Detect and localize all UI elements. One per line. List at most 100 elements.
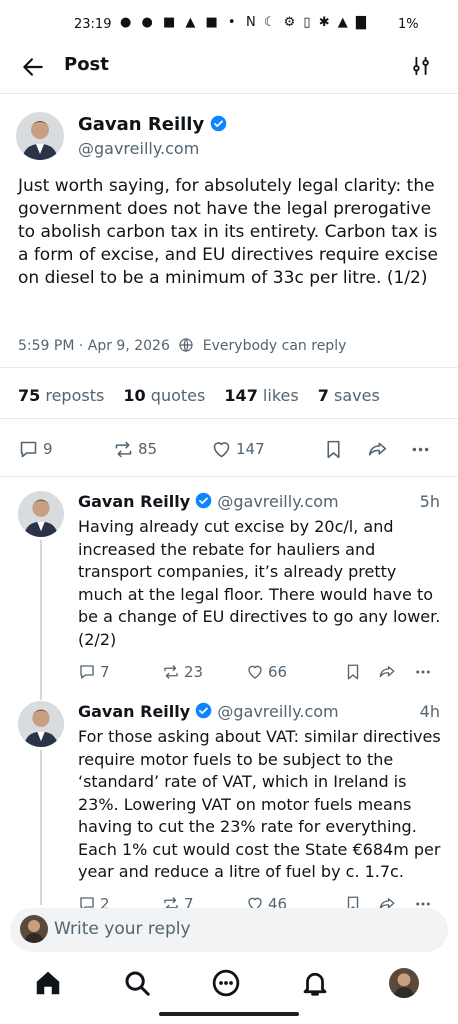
search-icon[interactable] bbox=[122, 968, 152, 998]
like-button[interactable]: 46 bbox=[246, 892, 287, 908]
heart-icon bbox=[248, 897, 262, 908]
save-button[interactable] bbox=[344, 660, 362, 684]
more-options-button[interactable] bbox=[410, 437, 431, 461]
heart-icon bbox=[213, 441, 230, 457]
reply-button[interactable]: 9 bbox=[18, 437, 53, 461]
verified-badge-icon bbox=[211, 115, 227, 132]
system-icons: N ☾ ⚙ ▯ ✱ ▲ ▇ bbox=[246, 15, 368, 30]
bookmark-icon bbox=[347, 896, 359, 908]
chat-icon[interactable] bbox=[211, 968, 241, 998]
post-timestamp: 5:59 PM · Apr 9, 2026 bbox=[18, 338, 170, 354]
reply-count: 7 bbox=[100, 663, 110, 681]
heart-icon bbox=[248, 665, 262, 679]
quotes-stat[interactable]: 10 quotes bbox=[123, 386, 205, 405]
stats-divider bbox=[0, 418, 458, 419]
reply-header: Gavan Reilly @gavreilly.com bbox=[78, 492, 339, 511]
reply-author-handle[interactable]: @gavreilly.com bbox=[217, 492, 338, 511]
main-action-bar: 9 85 147 bbox=[0, 437, 458, 461]
reply-composer[interactable]: Write your reply bbox=[10, 908, 448, 952]
reply-icon bbox=[80, 665, 94, 679]
reply-time: 5h bbox=[419, 492, 440, 511]
reply-button[interactable]: 7 bbox=[78, 660, 110, 684]
reply-text: For those asking about VAT: similar dire… bbox=[78, 727, 441, 881]
ellipsis-icon bbox=[412, 447, 429, 451]
reply-post[interactable]: Gavan Reilly @gavreilly.com 5h Having al… bbox=[0, 492, 458, 692]
filter-settings-icon[interactable] bbox=[410, 55, 432, 77]
repost-icon bbox=[115, 441, 132, 457]
share-icon bbox=[379, 666, 395, 678]
reply-time: 4h bbox=[419, 702, 440, 721]
bottom-tab-bar bbox=[0, 958, 458, 1008]
verified-badge-icon bbox=[195, 702, 212, 719]
save-button[interactable] bbox=[344, 892, 362, 908]
status-bar: 23:19 ● ● ■ ▲ ■ • N ☾ ⚙ ▯ ✱ ▲ ▇ 1% bbox=[0, 0, 458, 50]
like-button[interactable]: 147 bbox=[211, 437, 265, 461]
repost-count: 23 bbox=[184, 663, 204, 681]
reply-author-name[interactable]: Gavan Reilly bbox=[78, 702, 190, 721]
save-button[interactable] bbox=[323, 437, 344, 461]
verified-badge-icon bbox=[195, 492, 212, 509]
reply-action-bar: 2 7 46 bbox=[0, 892, 458, 908]
repost-icon bbox=[164, 897, 178, 908]
status-time: 23:19 bbox=[74, 17, 112, 32]
reply-header: Gavan Reilly @gavreilly.com bbox=[78, 702, 339, 721]
battery-level: 1% bbox=[398, 17, 419, 32]
meta-divider bbox=[0, 367, 458, 368]
page-title: Post bbox=[64, 54, 109, 75]
reply-count: 2 bbox=[100, 895, 110, 908]
home-indicator bbox=[159, 1012, 299, 1016]
home-icon[interactable] bbox=[33, 968, 63, 998]
saves-stat[interactable]: 7 saves bbox=[318, 386, 380, 405]
share-button[interactable] bbox=[378, 892, 396, 908]
back-arrow-icon[interactable] bbox=[20, 54, 46, 80]
share-button[interactable] bbox=[378, 660, 396, 684]
bookmark-icon bbox=[347, 664, 359, 680]
reply-setting[interactable]: Everybody can reply bbox=[203, 338, 347, 354]
reply-input-placeholder[interactable]: Write your reply bbox=[54, 919, 191, 939]
reply-action-bar: 7 23 66 bbox=[0, 660, 458, 684]
reply-author-handle[interactable]: @gavreilly.com bbox=[217, 702, 338, 721]
reply-text: Having already cut excise by 20c/l, and … bbox=[78, 517, 441, 649]
reply-button[interactable]: 2 bbox=[78, 892, 110, 908]
author-name[interactable]: Gavan Reilly bbox=[78, 114, 204, 135]
current-user-avatar bbox=[20, 915, 48, 943]
author-avatar[interactable] bbox=[16, 112, 64, 160]
notification-icons: ● ● ■ ▲ ■ • bbox=[120, 15, 239, 30]
author-name-row: Gavan Reilly bbox=[78, 114, 227, 135]
share-icon bbox=[368, 442, 387, 456]
actions-divider bbox=[0, 476, 458, 477]
repost-button[interactable]: 7 bbox=[162, 892, 194, 908]
ellipsis-icon bbox=[416, 902, 430, 906]
repost-icon bbox=[164, 665, 178, 679]
like-count: 147 bbox=[236, 440, 265, 458]
profile-avatar-tab[interactable] bbox=[389, 968, 419, 998]
repost-button[interactable]: 23 bbox=[162, 660, 203, 684]
share-icon bbox=[379, 898, 395, 908]
reposts-stat[interactable]: 75 reposts bbox=[18, 386, 104, 405]
reply-icon bbox=[20, 441, 37, 457]
reply-post[interactable]: Gavan Reilly @gavreilly.com 4h For those… bbox=[0, 702, 458, 908]
likes-stat[interactable]: 147 likes bbox=[224, 386, 298, 405]
share-button[interactable] bbox=[367, 437, 388, 461]
notifications-bell-icon[interactable] bbox=[300, 968, 330, 998]
like-button[interactable]: 66 bbox=[246, 660, 287, 684]
reply-count: 9 bbox=[43, 440, 53, 458]
repost-count: 7 bbox=[184, 895, 194, 908]
top-bar: Post bbox=[0, 50, 458, 90]
reply-icon bbox=[80, 897, 94, 908]
author-handle[interactable]: @gavreilly.com bbox=[78, 139, 199, 158]
ellipsis-icon bbox=[416, 670, 430, 674]
repost-count: 85 bbox=[138, 440, 158, 458]
more-options-button[interactable] bbox=[414, 892, 432, 908]
reply-author-name[interactable]: Gavan Reilly bbox=[78, 492, 190, 511]
like-count: 66 bbox=[268, 663, 288, 681]
like-count: 46 bbox=[268, 895, 288, 908]
post-meta: 5:59 PM · Apr 9, 2026 Everybody can repl… bbox=[18, 337, 346, 354]
post-text: Just worth saying, for absolutely legal … bbox=[18, 176, 438, 288]
more-options-button[interactable] bbox=[414, 660, 432, 684]
bookmark-icon bbox=[327, 440, 340, 458]
header-divider bbox=[0, 93, 458, 94]
repost-button[interactable]: 85 bbox=[113, 437, 157, 461]
globe-icon bbox=[179, 338, 193, 352]
post-stats: 75 reposts 10 quotes 147 likes 7 saves bbox=[18, 386, 394, 405]
